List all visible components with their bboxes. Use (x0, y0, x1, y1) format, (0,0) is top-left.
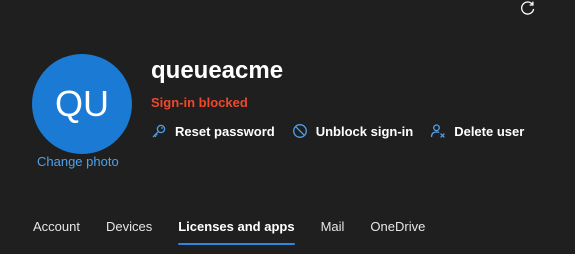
user-display-name: queueacme (151, 57, 284, 84)
tab-bar: Account Devices Licenses and apps Mail O… (20, 212, 438, 254)
tab-mail[interactable]: Mail (308, 212, 358, 254)
reset-password-button[interactable]: Reset password (150, 122, 275, 140)
reset-password-label: Reset password (175, 123, 275, 139)
delete-user-button[interactable]: Delete user (429, 122, 524, 140)
refresh-button[interactable] (516, 0, 540, 18)
avatar-initials: QU (55, 83, 109, 124)
user-details-panel: QU Change photo queueacme Sign-in blocke… (0, 0, 575, 254)
unblock-sign-in-button[interactable]: Unblock sign-in (291, 122, 414, 140)
unblock-sign-in-label: Unblock sign-in (315, 123, 414, 139)
tab-account[interactable]: Account (20, 212, 93, 254)
key-icon (150, 122, 168, 140)
sign-in-status: Sign-in blocked (151, 95, 248, 110)
user-actions-toolbar: Reset password Unblock sign-in Delete us… (150, 121, 524, 141)
tab-onedrive[interactable]: OneDrive (357, 212, 438, 254)
tab-licenses-and-apps[interactable]: Licenses and apps (165, 212, 307, 254)
avatar: QU (32, 54, 132, 154)
tab-devices[interactable]: Devices (93, 212, 165, 254)
delete-user-icon (429, 122, 447, 140)
delete-user-label: Delete user (454, 123, 525, 139)
change-photo-link[interactable]: Change photo (37, 154, 119, 169)
refresh-icon (521, 1, 535, 15)
block-icon (291, 122, 309, 140)
